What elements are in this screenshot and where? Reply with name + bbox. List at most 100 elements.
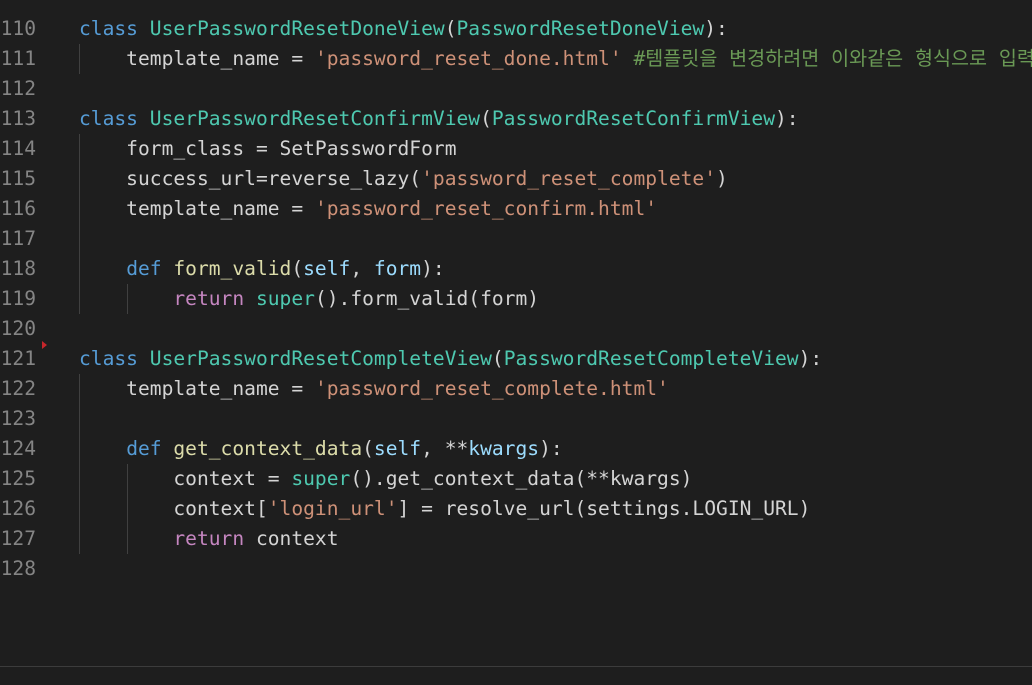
code-line[interactable]: 128: [0, 554, 1032, 584]
code-token: ,: [350, 257, 374, 280]
code-line[interactable]: 127 return context: [0, 524, 1032, 554]
code-token: (: [480, 107, 492, 130]
code-text: template_name = 'password_reset_confirm.…: [79, 194, 657, 224]
code-token: , **: [421, 437, 469, 460]
code-line[interactable]: 126 context['login_url'] = resolve_url(s…: [0, 494, 1032, 524]
line-number: 125: [0, 467, 36, 490]
line-number: 122: [0, 377, 36, 400]
code-token: #템플릿을 변경하려면 이와같은 형식으로 입력: [633, 47, 1032, 70]
line-number: 119: [0, 287, 36, 310]
line-number: 117: [0, 227, 36, 250]
code-text: class UserPasswordResetCompleteView(Pass…: [79, 344, 822, 374]
code-line[interactable]: 112: [0, 74, 1032, 104]
line-number: 115: [0, 167, 36, 190]
code-token: ):: [421, 257, 445, 280]
code-text: return context: [79, 524, 339, 554]
line-number: 128: [0, 557, 36, 580]
code-line[interactable]: 125 context = super().get_context_data(*…: [0, 464, 1032, 494]
line-number: 124: [0, 437, 36, 460]
code-line[interactable]: 120: [0, 314, 1032, 344]
code-token: (: [362, 437, 374, 460]
code-text: template_name = 'password_reset_done.htm…: [79, 44, 1032, 74]
code-line[interactable]: 121 class UserPasswordResetCompleteView(P…: [0, 344, 1032, 374]
code-token: form: [373, 257, 422, 280]
code-token: def: [126, 437, 162, 460]
code-token: self: [373, 437, 422, 460]
line-number: 123: [0, 407, 36, 430]
code-token: self: [303, 257, 351, 280]
line-number: 113: [0, 107, 36, 130]
code-token: 'password_reset_complete.html': [314, 377, 669, 400]
code-token: UserPasswordResetCompleteView: [149, 347, 492, 370]
code-token: return: [173, 527, 245, 550]
code-text: context = super().get_context_data(**kwa…: [79, 464, 692, 494]
code-token: UserPasswordResetConfirmView: [149, 107, 481, 130]
code-token: PasswordResetConfirmView: [491, 107, 776, 130]
code-token: (: [491, 347, 504, 370]
code-line[interactable]: 122 template_name = 'password_reset_comp…: [0, 374, 1032, 404]
code-token: (: [444, 17, 457, 40]
code-token: form_class = SetPasswordForm: [79, 137, 457, 160]
code-token: 'password_reset_done.html': [314, 47, 622, 70]
line-number: 120: [0, 317, 36, 340]
code-text: context['login_url'] = resolve_url(setti…: [79, 494, 810, 524]
code-token: ().get_context_data(**kwargs): [350, 467, 693, 490]
code-line[interactable]: 119 return super().form_valid(form): [0, 284, 1032, 314]
code-token: 'password_reset_confirm.html': [314, 197, 658, 220]
code-token: ] = resolve_url(settings.LOGIN_URL): [397, 497, 811, 520]
code-token: success_url=reverse_lazy(: [79, 167, 422, 190]
code-line[interactable]: 113 class UserPasswordResetConfirmView(Pa…: [0, 104, 1032, 134]
panel-border: [0, 666, 1032, 685]
code-token: context: [244, 527, 339, 550]
line-number: 118: [0, 257, 36, 280]
code-text: def get_context_data(self, **kwargs):: [79, 434, 562, 464]
code-token: def: [126, 257, 162, 280]
code-token: kwargs: [468, 437, 540, 460]
code-token: class: [79, 107, 138, 130]
code-line[interactable]: 115 success_url=reverse_lazy('password_r…: [0, 164, 1032, 194]
code-text: template_name = 'password_reset_complete…: [79, 374, 669, 404]
code-line[interactable]: 124 def get_context_data(self, **kwargs)…: [0, 434, 1032, 464]
code-line[interactable]: 116 template_name = 'password_reset_conf…: [0, 194, 1032, 224]
code-token: PasswordResetCompleteView: [503, 347, 799, 370]
code-token: context[: [79, 497, 268, 520]
code-token: UserPasswordResetDoneView: [149, 17, 445, 40]
code-line[interactable]: 118 def form_valid(self, form):: [0, 254, 1032, 284]
line-number: 116: [0, 197, 36, 220]
code-token: 'password_reset_complete': [421, 167, 717, 190]
code-token: super: [291, 467, 351, 490]
code-token: PasswordResetDoneView: [456, 17, 705, 40]
code-line[interactable]: 111 template_name = 'password_reset_done…: [0, 44, 1032, 74]
code-text: return super().form_valid(form): [79, 284, 539, 314]
code-token: ):: [798, 347, 823, 370]
code-text: def form_valid(self, form):: [79, 254, 445, 284]
line-number: 114: [0, 137, 36, 160]
code-token: return: [173, 287, 245, 310]
line-number: 111: [0, 47, 36, 70]
code-token: ):: [704, 17, 728, 40]
code-token: ):: [775, 107, 799, 130]
code-token: class: [79, 347, 138, 370]
code-text: form_class = SetPasswordForm: [79, 134, 457, 164]
code-line[interactable]: 110 class UserPasswordResetDoneView(Passw…: [0, 14, 1032, 44]
code-editor[interactable]: 110 class UserPasswordResetDoneView(Passw…: [0, 0, 1032, 666]
line-number: 112: [0, 77, 36, 100]
code-line[interactable]: 123: [0, 404, 1032, 434]
code-line[interactable]: 117: [0, 224, 1032, 254]
code-token: super: [255, 287, 315, 310]
line-number: 110: [0, 17, 36, 40]
line-number: 126: [0, 497, 36, 520]
code-line[interactable]: 114 form_class = SetPasswordForm: [0, 134, 1032, 164]
code-token: ().form_valid(form): [314, 287, 540, 310]
code-token: (: [291, 257, 304, 280]
code-text: class UserPasswordResetDoneView(Password…: [79, 14, 728, 44]
